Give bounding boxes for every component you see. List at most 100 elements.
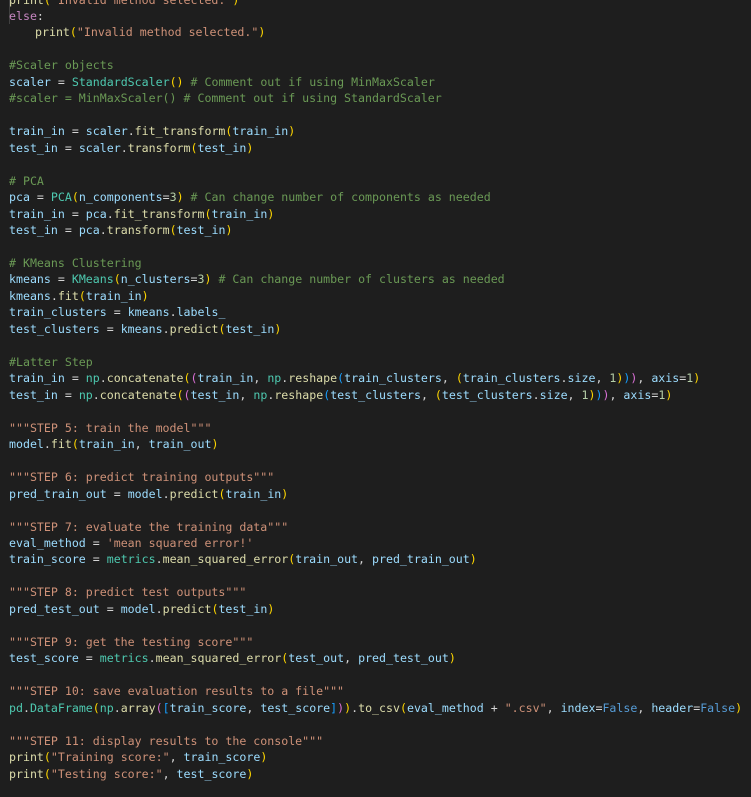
code-line[interactable]: scaler = StandardScaler() # Comment out … [9, 74, 742, 90]
code-line[interactable]: eval_method = 'mean squared error!' [9, 535, 742, 551]
code-line[interactable]: train_clusters = kmeans.labels_ [9, 304, 742, 320]
code-line[interactable] [9, 782, 742, 797]
code-line[interactable]: test_clusters = kmeans.predict(test_in) [9, 321, 742, 337]
code-line[interactable] [9, 667, 742, 683]
code-line[interactable]: train_score = metrics.mean_squared_error… [9, 551, 742, 567]
code-token: ) [141, 288, 149, 303]
code-token: metrics [106, 552, 156, 567]
code-token: , [637, 371, 652, 386]
code-line[interactable]: #scaler = MinMaxScaler() # Comment out i… [9, 90, 742, 106]
code-line[interactable] [9, 337, 742, 353]
code-token: ( [92, 700, 100, 715]
code-line[interactable]: """STEP 11: display results to the conso… [9, 733, 742, 749]
code-token: ) [735, 700, 743, 715]
code-line[interactable]: #Latter Step [9, 354, 742, 370]
code-token: train_in [232, 124, 289, 139]
code-token: pred_train_out [372, 552, 470, 567]
code-token: = [29, 190, 51, 205]
code-line[interactable] [9, 239, 742, 255]
code-line[interactable]: pred_test_out = model.predict(test_in) [9, 601, 742, 617]
code-line[interactable]: pred_train_out = model.predict(train_in) [9, 486, 742, 502]
code-token: #Scaler objects [9, 58, 114, 73]
code-token: axis [623, 387, 652, 402]
code-line[interactable]: """STEP 8: predict test outputs""" [9, 584, 742, 600]
code-token: train_in [225, 486, 282, 501]
code-token: "Invalid method selected." [51, 0, 232, 7]
code-token: ) [448, 651, 456, 666]
code-token: mean_squared_error [155, 651, 282, 666]
code-line[interactable]: print("Testing score:", test_score) [9, 766, 742, 782]
code-line[interactable] [9, 453, 742, 469]
code-token: ( [183, 387, 191, 402]
code-editor[interactable]: print("Invalid method selected.")else:pr… [0, 0, 751, 797]
code-line[interactable] [9, 107, 742, 123]
code-line[interactable]: print("Invalid method selected.") [9, 24, 742, 40]
code-line[interactable]: print("Invalid method selected.") [9, 0, 742, 8]
code-line[interactable]: train_in = np.concatenate((train_in, np.… [9, 370, 742, 386]
code-token: , [441, 371, 456, 386]
code-token: print [9, 766, 44, 781]
code-token: print [9, 750, 44, 765]
code-line[interactable]: """STEP 6: predict training outputs""" [9, 469, 742, 485]
code-line[interactable]: train_in = pca.fit_transform(train_in) [9, 206, 742, 222]
code-line[interactable]: test_score = metrics.mean_squared_error(… [9, 650, 742, 666]
code-line[interactable]: pca = PCA(n_components=3) # Can change n… [9, 189, 742, 205]
code-line[interactable]: """STEP 7: evaluate the training data""" [9, 519, 742, 535]
code-token: kmeans [127, 305, 170, 320]
code-line[interactable] [9, 403, 742, 419]
code-token: ( [183, 371, 191, 386]
code-token: . [50, 288, 58, 303]
code-line[interactable]: print("Training score:", train_score) [9, 749, 742, 765]
code-line[interactable]: model.fit(train_in, train_out) [9, 436, 742, 452]
code-token: ( [71, 437, 79, 452]
code-token: ( [434, 387, 442, 402]
code-line[interactable] [9, 568, 742, 584]
code-line[interactable] [9, 156, 742, 172]
code-token: ) [288, 124, 296, 139]
code-line[interactable]: """STEP 9: get the testing score""" [9, 634, 742, 650]
code-token: scaler [85, 124, 128, 139]
code-token: . [155, 552, 163, 567]
code-line[interactable]: """STEP 5: train the model""" [9, 420, 742, 436]
code-token: train_score [9, 552, 86, 567]
code-line[interactable] [9, 502, 742, 518]
code-token: = [106, 486, 128, 501]
code-line[interactable] [9, 617, 742, 633]
code-line[interactable]: #Scaler objects [9, 57, 742, 73]
code-line[interactable]: # PCA [9, 173, 742, 189]
code-token: = [78, 651, 100, 666]
code-token: """STEP 9: get the testing score""" [9, 634, 254, 649]
code-line[interactable]: train_in = scaler.fit_transform(train_in… [9, 123, 742, 139]
code-token: mean_squared_error [162, 552, 289, 567]
code-line[interactable]: test_in = pca.transform(test_in) [9, 222, 742, 238]
code-token: test_in [9, 223, 58, 238]
code-line[interactable]: """STEP 10: save evaluation results to a… [9, 683, 742, 699]
code-token: ( [190, 140, 198, 155]
code-line[interactable]: kmeans = KMeans(n_clusters=3) # Can chan… [9, 271, 742, 287]
code-token: . [120, 140, 128, 155]
code-token: ".csv" [504, 700, 547, 715]
code-area[interactable]: print("Invalid method selected.")else:pr… [9, 0, 742, 797]
code-token: [ [162, 700, 170, 715]
code-line[interactable]: # KMeans Clustering [9, 255, 742, 271]
code-line[interactable]: test_in = np.concatenate((test_in, np.re… [9, 387, 742, 403]
code-token: predict [169, 321, 219, 336]
code-token: scaler [78, 140, 121, 155]
code-line[interactable]: kmeans.fit(train_in) [9, 288, 742, 304]
code-token: 'mean squared error!' [106, 535, 254, 550]
code-line[interactable]: test_in = scaler.transform(test_in) [9, 140, 742, 156]
code-token: print [35, 25, 70, 40]
code-line[interactable] [9, 716, 742, 732]
code-token: . [99, 371, 107, 386]
code-token: () [169, 74, 184, 89]
code-line[interactable]: else: [9, 8, 742, 24]
code-line[interactable] [9, 41, 742, 57]
code-token: . [560, 371, 568, 386]
code-token: size [567, 371, 596, 386]
code-line[interactable]: pd.DataFrame(np.array([train_score, test… [9, 700, 742, 716]
code-token: . [169, 305, 177, 320]
code-token: DataFrame [29, 700, 93, 715]
code-token: train_in [9, 371, 65, 386]
code-token: fit [50, 437, 72, 452]
code-token: train_in [78, 437, 135, 452]
